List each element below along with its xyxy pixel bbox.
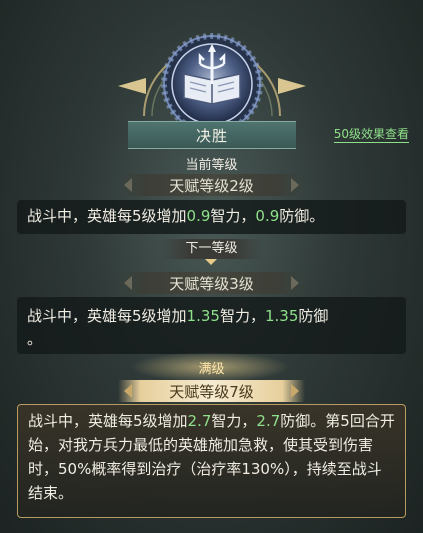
level50-effect-link[interactable]: 50级效果查看 xyxy=(333,126,409,143)
max-effect-box: 战斗中，英雄每5级增加2.7智力，2.7防御。第5回合开始，对我方兵力最低的英雄… xyxy=(17,404,406,518)
effect-text: 智力， xyxy=(219,307,265,325)
effect-text: 。 xyxy=(27,330,43,348)
next-level-banner-text: 天赋等级3级 xyxy=(169,274,254,293)
talent-emblem xyxy=(112,6,312,134)
next-level-banner: 天赋等级3级 xyxy=(118,272,305,294)
next-level-label: 下一等级 xyxy=(160,239,263,265)
chevron-down-icon xyxy=(205,259,217,265)
effect-text: 战斗中，英雄每5级增加 xyxy=(27,307,187,325)
effect-text: 战斗中，英雄每5级增加 xyxy=(28,412,188,430)
effect-text: 防御 xyxy=(298,307,329,325)
effect-text: 防御。 xyxy=(279,207,325,225)
effect-text: 智力， xyxy=(210,207,256,225)
max-level-label: 满级 xyxy=(198,362,225,377)
current-level-label: 当前等级 xyxy=(185,158,238,173)
current-level-text: 天赋等级2级 xyxy=(169,176,254,195)
max-level-banner: 天赋等级7级 xyxy=(118,380,305,402)
int-value: 0.9 xyxy=(186,207,211,225)
int-value: 1.35 xyxy=(186,307,220,325)
talent-title-bar: 决胜 xyxy=(128,121,296,149)
current-level-banner: 天赋等级2级 xyxy=(118,174,305,196)
int-value: 2.7 xyxy=(187,412,212,430)
effect-text: 战斗中，英雄每5级增加 xyxy=(27,207,187,225)
effect-text: 智力， xyxy=(211,412,257,430)
talent-name: 决胜 xyxy=(195,126,228,145)
max-level-banner-text: 天赋等级7级 xyxy=(169,382,254,401)
next-level-text: 下一等级 xyxy=(185,241,238,256)
current-effect-box: 战斗中，英雄每5级增加0.9智力，0.9防御。 xyxy=(17,200,406,234)
next-effect-box: 战斗中，英雄每5级增加1.35智力，1.35防御。 xyxy=(17,297,406,354)
def-value: 1.35 xyxy=(264,307,299,325)
def-value: 0.9 xyxy=(255,207,280,225)
effect-text: 防御。 xyxy=(280,412,326,430)
def-value: 2.7 xyxy=(256,412,281,430)
emblem-frame xyxy=(118,33,306,134)
